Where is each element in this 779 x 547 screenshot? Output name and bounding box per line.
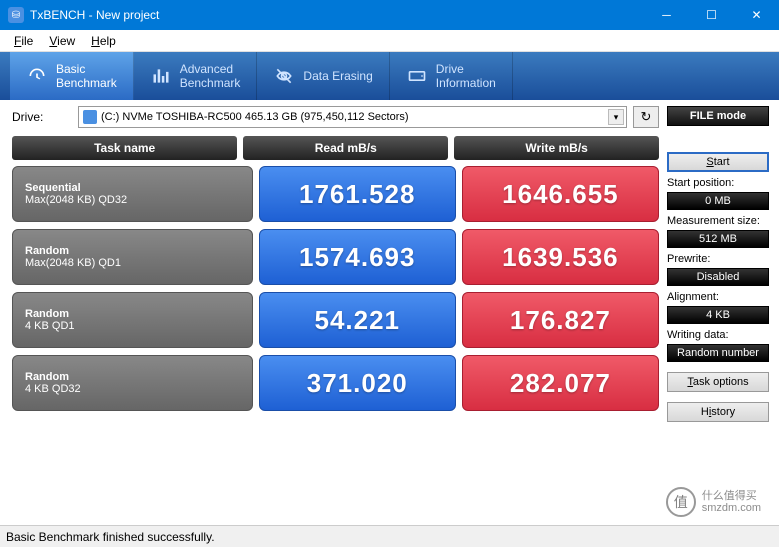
titlebar: ⛁ TxBENCH - New project ─ ☐ ✕ bbox=[0, 0, 779, 30]
tab-label: AdvancedBenchmark bbox=[180, 62, 241, 90]
close-button[interactable]: ✕ bbox=[734, 0, 779, 30]
menu-view[interactable]: View bbox=[41, 34, 83, 48]
prewrite-value: Disabled bbox=[667, 268, 769, 286]
tab-data-erasing[interactable]: Data Erasing bbox=[257, 52, 389, 100]
writing-data-label: Writing data: bbox=[667, 329, 769, 341]
erase-icon bbox=[273, 65, 295, 87]
main-panel: Drive: (C:) NVMe TOSHIBA-RC500 465.13 GB… bbox=[0, 100, 667, 422]
drive-select[interactable]: (C:) NVMe TOSHIBA-RC500 465.13 GB (975,4… bbox=[78, 106, 627, 128]
write-value: 1646.655 bbox=[462, 166, 659, 222]
history-button[interactable]: History bbox=[667, 402, 769, 422]
writing-data-value: Random number bbox=[667, 344, 769, 362]
gauge-icon bbox=[26, 65, 48, 87]
write-value: 1639.536 bbox=[462, 229, 659, 285]
read-value: 371.020 bbox=[259, 355, 456, 411]
status-text: Basic Benchmark finished successfully. bbox=[6, 530, 215, 544]
table-header: Task name Read mB/s Write mB/s bbox=[12, 136, 659, 160]
window-title: TxBENCH - New project bbox=[30, 8, 644, 22]
minimize-button[interactable]: ─ bbox=[644, 0, 689, 30]
start-position-value: 0 MB bbox=[667, 192, 769, 210]
drive-info-icon bbox=[406, 65, 428, 87]
refresh-icon: ↻ bbox=[641, 109, 652, 125]
bench-row: Sequential Max(2048 KB) QD32 1761.528 16… bbox=[12, 166, 659, 222]
alignment-value: 4 KB bbox=[667, 306, 769, 324]
read-value: 54.221 bbox=[259, 292, 456, 348]
measurement-size-value: 512 MB bbox=[667, 230, 769, 248]
header-task: Task name bbox=[12, 136, 237, 160]
task-random-max-qd1[interactable]: Random Max(2048 KB) QD1 bbox=[12, 229, 253, 285]
measurement-size-label: Measurement size: bbox=[667, 215, 769, 227]
watermark: 值 什么值得买 smzdm.com bbox=[666, 487, 761, 517]
file-mode-button[interactable]: FILE mode bbox=[667, 106, 769, 126]
menubar: File View Help bbox=[0, 30, 779, 52]
tab-basic-benchmark[interactable]: BasicBenchmark bbox=[10, 52, 134, 100]
task-options-button[interactable]: Task options bbox=[667, 372, 769, 392]
refresh-button[interactable]: ↻ bbox=[633, 106, 659, 128]
chevron-down-icon: ▾ bbox=[608, 109, 624, 125]
tab-advanced-benchmark[interactable]: AdvancedBenchmark bbox=[134, 52, 258, 100]
task-random-4k-qd1[interactable]: Random 4 KB QD1 bbox=[12, 292, 253, 348]
start-position-label: Start position: bbox=[667, 177, 769, 189]
disk-icon bbox=[83, 110, 97, 124]
header-read: Read mB/s bbox=[243, 136, 448, 160]
write-value: 282.077 bbox=[462, 355, 659, 411]
tab-label: BasicBenchmark bbox=[56, 62, 117, 90]
header-write: Write mB/s bbox=[454, 136, 659, 160]
drive-value: (C:) NVMe TOSHIBA-RC500 465.13 GB (975,4… bbox=[101, 111, 409, 123]
drive-label: Drive: bbox=[12, 110, 72, 124]
watermark-icon: 值 bbox=[666, 487, 696, 517]
write-value: 176.827 bbox=[462, 292, 659, 348]
tab-label: DriveInformation bbox=[436, 62, 496, 90]
side-panel: FILE mode Start Start position: 0 MB Mea… bbox=[667, 100, 779, 422]
read-value: 1574.693 bbox=[259, 229, 456, 285]
prewrite-label: Prewrite: bbox=[667, 253, 769, 265]
bench-row: Random 4 KB QD1 54.221 176.827 bbox=[12, 292, 659, 348]
tab-drive-information[interactable]: DriveInformation bbox=[390, 52, 513, 100]
menu-help[interactable]: Help bbox=[83, 34, 124, 48]
bench-row: Random 4 KB QD32 371.020 282.077 bbox=[12, 355, 659, 411]
start-button[interactable]: Start bbox=[667, 152, 769, 172]
menu-file[interactable]: File bbox=[6, 34, 41, 48]
maximize-button[interactable]: ☐ bbox=[689, 0, 734, 30]
task-random-4k-qd32[interactable]: Random 4 KB QD32 bbox=[12, 355, 253, 411]
alignment-label: Alignment: bbox=[667, 291, 769, 303]
task-sequential-qd32[interactable]: Sequential Max(2048 KB) QD32 bbox=[12, 166, 253, 222]
bars-icon bbox=[150, 65, 172, 87]
status-bar: Basic Benchmark finished successfully. bbox=[0, 525, 779, 547]
tab-label: Data Erasing bbox=[303, 69, 372, 83]
tabs-bar: BasicBenchmark AdvancedBenchmark Data Er… bbox=[0, 52, 779, 100]
bench-row: Random Max(2048 KB) QD1 1574.693 1639.53… bbox=[12, 229, 659, 285]
read-value: 1761.528 bbox=[259, 166, 456, 222]
app-icon: ⛁ bbox=[8, 7, 24, 23]
